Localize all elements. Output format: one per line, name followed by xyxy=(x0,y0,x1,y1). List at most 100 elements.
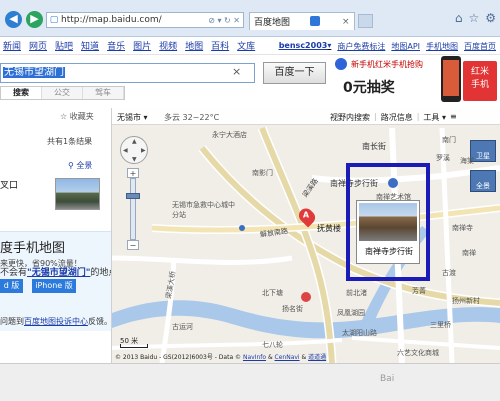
zoom-in-button[interactable]: + xyxy=(127,168,139,178)
page-icon: ▢ xyxy=(49,15,59,25)
iphone-download-button[interactable]: iPhone 版 xyxy=(32,279,76,293)
watermark-text: Bai xyxy=(380,374,395,384)
nav-link-5[interactable]: 图片 xyxy=(133,39,151,52)
nav-link-0[interactable]: 新闻 xyxy=(3,39,21,52)
ad-top-text: 新手机红米手机抢购 xyxy=(351,60,423,69)
divider: | xyxy=(374,112,377,121)
ad-badge: 红米 手机 xyxy=(463,61,497,101)
map-navigation-control: ▲ ▼ ◀ ▶ + − xyxy=(120,136,148,250)
link-merchant[interactable]: 商户免费标注 xyxy=(337,41,385,52)
map-copyright: © 2013 Baidu - GS(2012)6003号 - Data © Na… xyxy=(115,354,327,361)
daodaotong-link[interactable]: 道道通 xyxy=(308,354,326,361)
user-links: bensc2003▾ 商户免费标注 地图API 手机地图 百度首页 xyxy=(273,41,496,52)
home-icon[interactable]: ⌂ xyxy=(455,11,463,25)
map-label: 南长街 xyxy=(362,142,386,151)
pan-down-icon[interactable]: ▼ xyxy=(132,156,137,163)
android-download-button[interactable]: d 版 xyxy=(0,279,23,293)
nav-link-1[interactable]: 网页 xyxy=(29,39,47,52)
feedback-text: 问题到百度地图投诉中心反馈。 xyxy=(0,317,112,326)
map-label: 南影门 xyxy=(252,169,273,177)
nav-link-2[interactable]: 贴吧 xyxy=(55,39,73,52)
navinfo-link[interactable]: NavInfo xyxy=(243,354,266,361)
baidu-top-nav: 新闻 网页 贴吧 知道 音乐 图片 视频 地图 百科 文库 bensc2003▾ 商户免费标注 地… xyxy=(0,37,500,55)
map-label: 永宁大酒店 xyxy=(212,131,247,139)
panorama-link[interactable]: ⚲ 全景 xyxy=(68,160,92,171)
map-toolbar: 无锡市 ▾ 多云 32~22°C 视野内搜索 | 路况信息 | 工具 ▾ ≡ xyxy=(112,108,500,125)
link-baidu-home[interactable]: 百度首页 xyxy=(464,41,496,52)
clear-search-icon[interactable]: × xyxy=(232,65,241,78)
pan-left-icon[interactable]: ◀ xyxy=(123,147,128,154)
map-type-switcher: 卫星 全景 xyxy=(462,140,498,200)
photo-caption: 南禅寺步行街 xyxy=(365,247,413,256)
link-map-api[interactable]: 地图API xyxy=(391,41,420,52)
pan-up-icon[interactable]: ▲ xyxy=(132,138,137,145)
map-label: 凤凰湖园 xyxy=(337,309,365,317)
map-label: 南门 xyxy=(442,136,456,144)
map-label: 罗溪 xyxy=(436,154,450,162)
not-found-notice: 不会有"无锡市望湖门"的地点? xyxy=(0,268,111,278)
panorama-view-button[interactable]: 全景 xyxy=(470,170,496,192)
ad-banner[interactable]: 新手机红米手机抢购 0元抽奖 红米 手机 xyxy=(333,55,499,107)
city-selector[interactable]: 无锡市 ▾ xyxy=(117,112,148,123)
map-label: 扬名街 xyxy=(282,305,303,313)
nav-link-6[interactable]: 视频 xyxy=(159,39,177,52)
zoom-slider[interactable] xyxy=(130,178,136,240)
cennavi-link[interactable]: CenNavi xyxy=(275,354,300,361)
map-canvas[interactable]: 无锡市 ▾ 多云 32~22°C 视野内搜索 | 路况信息 | 工具 ▾ ≡ ▲… xyxy=(112,108,500,363)
browser-chrome: ◀ ▶ ▢ http://map.baidu.com/ ⊘ ▾ ↻ ✕ 百度地图… xyxy=(0,0,500,37)
nav-link-9[interactable]: 文库 xyxy=(237,39,255,52)
promo-title: 度手机地图 xyxy=(0,241,66,256)
address-tools[interactable]: ⊘ ▾ ↻ ✕ xyxy=(199,16,243,25)
traffic-button[interactable]: 路况信息 xyxy=(381,112,413,123)
back-arrow-icon[interactable]: ◀ xyxy=(5,11,22,28)
product-links: 新闻 网页 贴吧 知道 音乐 图片 视频 地图 百科 文库 xyxy=(0,39,263,52)
link-mobile-map[interactable]: 手机地图 xyxy=(426,41,458,52)
notice-query-link[interactable]: "无锡市望湖门" xyxy=(27,268,90,278)
result-thumbnail[interactable] xyxy=(55,178,100,210)
pan-right-icon[interactable]: ▶ xyxy=(141,147,146,154)
result-name[interactable]: 叉口 xyxy=(0,178,18,191)
tab-bus[interactable]: 公交 xyxy=(42,87,83,99)
results-sidebar: ☆ 收藏夹 共有1条结果 ⚲ 全景 叉口 度手机地图 来更快，省90%流量！ d… xyxy=(0,108,112,363)
feedback-link[interactable]: 百度地图投诉中心 xyxy=(24,317,88,326)
tab-baidu-map[interactable]: 百度地图 × xyxy=(249,12,355,30)
map-label: 无锡市急救中心城中分站 xyxy=(172,201,235,219)
baidu-favicon xyxy=(310,16,320,26)
star-icon[interactable]: ☆ xyxy=(468,11,479,25)
phone-image xyxy=(441,56,461,102)
map-label: 扬州新村 xyxy=(452,297,480,305)
list-icon[interactable]: ≡ xyxy=(450,112,457,123)
scale-bar xyxy=(120,344,148,348)
new-tab-button[interactable] xyxy=(358,14,373,28)
tools-menu[interactable]: 工具 ▾ xyxy=(423,112,446,123)
forward-arrow-icon[interactable]: ▶ xyxy=(26,11,43,28)
weather-info: 多云 32~22°C xyxy=(164,113,220,122)
pan-control[interactable]: ▲ ▼ ◀ ▶ xyxy=(120,136,148,164)
map-label: 七八轮 xyxy=(262,341,283,349)
tab-search[interactable]: 搜索 xyxy=(1,87,42,99)
nav-link-4[interactable]: 音乐 xyxy=(107,39,125,52)
map-label: 南禅 xyxy=(462,249,476,257)
nav-link-7[interactable]: 地图 xyxy=(185,39,203,52)
nav-link-8[interactable]: 百科 xyxy=(211,39,229,52)
url-text[interactable]: http://map.baidu.com/ xyxy=(61,15,199,25)
search-input[interactable]: 无锡市望湖门 xyxy=(0,63,255,83)
panorama-photo-card[interactable]: 南禅寺步行街 xyxy=(356,200,420,264)
result-count: 共有1条结果 xyxy=(47,137,93,146)
page-bottom: Bai xyxy=(0,363,500,401)
search-mode-tabs: 搜索 公交 驾车 xyxy=(0,86,125,100)
user-name[interactable]: bensc2003▾ xyxy=(279,41,332,52)
nav-link-3[interactable]: 知道 xyxy=(81,39,99,52)
search-button[interactable]: 百度一下 xyxy=(263,62,326,84)
tab-close-icon[interactable]: × xyxy=(342,17,354,27)
gear-icon[interactable]: ⚙ xyxy=(485,11,496,25)
street-photo xyxy=(359,203,417,241)
zoom-handle[interactable] xyxy=(126,193,140,199)
address-bar[interactable]: ▢ http://map.baidu.com/ ⊘ ▾ ↻ ✕ xyxy=(46,12,244,28)
zoom-out-button[interactable]: − xyxy=(127,240,139,250)
tab-drive[interactable]: 驾车 xyxy=(83,87,124,99)
map-label: 六艺文化商城 xyxy=(397,349,439,357)
favorites-link[interactable]: ☆ 收藏夹 xyxy=(60,111,94,122)
viewport-search-button[interactable]: 视野内搜索 xyxy=(330,112,370,123)
map-label: 北下塘 xyxy=(262,289,283,297)
